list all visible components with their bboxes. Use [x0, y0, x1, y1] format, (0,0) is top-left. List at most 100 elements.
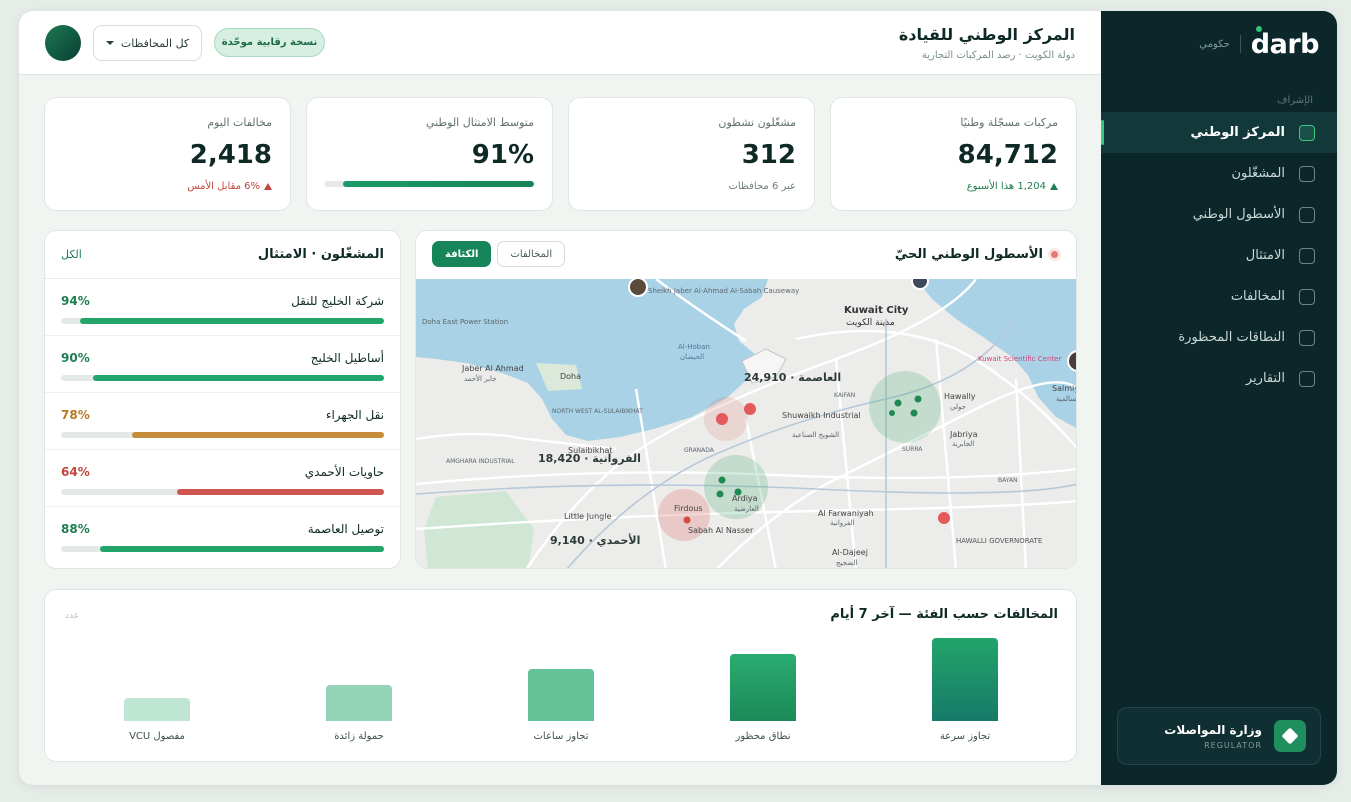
kpi-violations-today: مخالفات اليوم 2,418 6% مقابل الأمس — [44, 97, 291, 211]
svg-text:KAIFAN: KAIFAN — [834, 392, 855, 399]
governorate-select[interactable]: كل المحافظات — [93, 25, 202, 61]
svg-text:BAYAN: BAYAN — [998, 477, 1018, 484]
operator-percent: 90% — [61, 351, 90, 365]
svg-text:Sheikh Jaber Al-Ahmad Al-Sabah: Sheikh Jaber Al-Ahmad Al-Sabah Causeway — [648, 287, 799, 295]
operator-progress-bar — [61, 546, 384, 552]
avatar[interactable] — [45, 25, 81, 61]
chart-bar[interactable] — [124, 698, 190, 721]
operator-percent: 64% — [61, 465, 90, 479]
kpi-value: 84,712 — [957, 140, 1058, 170]
tab-violations[interactable]: المخالفات — [497, 241, 566, 267]
kpi-note: 6% مقابل الأمس — [187, 181, 272, 192]
panel-header: المشغّلون · الامتثال الكل — [45, 231, 400, 279]
chart-bar[interactable] — [326, 685, 392, 721]
kpi-label: متوسط الامتثال الوطني — [425, 116, 534, 129]
trend-up-icon — [1050, 183, 1058, 190]
sidebar: حكومي darb الإشراف المركز الوطني المشغّل… — [1101, 11, 1337, 785]
operator-progress-bar — [61, 318, 384, 324]
svg-text:AMGHARA INDUSTRIAL: AMGHARA INDUSTRIAL — [446, 458, 515, 465]
kpi-label: مخالفات اليوم — [207, 116, 272, 129]
panel-title: المشغّلون · الامتثال — [257, 247, 384, 262]
svg-text:Al Farwaniyah: Al Farwaniyah — [818, 509, 874, 518]
checkbox-icon — [1299, 288, 1315, 305]
chart-category-label: نطاق محظور — [735, 731, 791, 742]
svg-text:Doha: Doha — [560, 372, 581, 381]
operator-progress-bar — [61, 489, 384, 495]
fleet-map[interactable]: Sheikh Jaber Al-Ahmad Al-Sabah Causeway … — [416, 279, 1077, 568]
brand-logo-text: darb — [1250, 28, 1320, 60]
chart-bar[interactable] — [932, 638, 998, 721]
svg-text:الضجيج: الضجيج — [836, 559, 857, 567]
sidebar-item-label: الامتثال — [1245, 248, 1285, 263]
live-indicator-icon — [1051, 251, 1058, 258]
svg-text:SURRA: SURRA — [902, 446, 923, 453]
sidebar-item-violations[interactable]: المخالفات — [1101, 276, 1337, 317]
kpi-value: 2,418 — [189, 140, 272, 170]
svg-text:GRANADA: GRANADA — [684, 447, 715, 454]
sidebar-nav: المركز الوطني المشغّلون الأسطول الوطني ا… — [1101, 112, 1337, 399]
tab-density[interactable]: الكثافة — [432, 241, 492, 267]
svg-text:Little Jungle: Little Jungle — [564, 512, 611, 521]
chart-category-label: VCU مفصول — [129, 731, 185, 742]
chart-title: المخالفات حسب الفئة — آخر 7 أيام — [830, 607, 1058, 622]
operator-row[interactable]: شركة الخليج للنقل 94% — [45, 279, 400, 336]
svg-text:HAWALLI GOVERNORATE: HAWALLI GOVERNORATE — [956, 537, 1042, 545]
sidebar-item-national-center[interactable]: المركز الوطني — [1101, 112, 1337, 153]
chart-category-label: تجاوز سرعة — [939, 731, 991, 742]
header: المركز الوطني للقيادة دولة الكويت · رصد … — [19, 11, 1101, 75]
kpi-registered-vehicles: مركبات مسجّلة وطنيًا 84,712 1,204 هذا ال… — [830, 97, 1077, 211]
sidebar-item-restricted-zones[interactable]: النطاقات المحظورة — [1101, 317, 1337, 358]
svg-text:Shuwaikh Industrial: Shuwaikh Industrial — [782, 411, 861, 420]
view-all-link[interactable]: الكل — [61, 248, 82, 261]
sidebar-item-label: المخالفات — [1230, 289, 1285, 304]
logo-dot-icon — [1255, 25, 1262, 32]
svg-text:مدينة الكويت: مدينة الكويت — [846, 318, 895, 328]
checkbox-icon — [1299, 206, 1315, 223]
chevron-down-icon — [105, 41, 114, 45]
svg-text:حولي: حولي — [950, 403, 966, 411]
sidebar-item-label: النطاقات المحظورة — [1178, 330, 1285, 345]
svg-text:العارضية: العارضية — [734, 505, 759, 513]
diamond-icon — [1274, 720, 1306, 752]
sidebar-item-reports[interactable]: التقارير — [1101, 358, 1337, 399]
sidebar-item-label: المركز الوطني — [1190, 125, 1285, 140]
svg-text:Doha East Power Station: Doha East Power Station — [422, 318, 508, 326]
kpi-note: 1,204 هذا الأسبوع — [967, 181, 1058, 192]
panel-title-text: الأسطول الوطني الحيّ — [894, 247, 1043, 262]
operator-name: شركة الخليج للنقل — [291, 294, 384, 308]
ministry-card: وزارة المواصلات REGULATOR — [1117, 707, 1321, 765]
brand-divider — [1239, 35, 1241, 53]
operator-name: توصيل العاصمة — [307, 522, 384, 536]
kpi-value: 91% — [471, 140, 534, 170]
kpi-label: مشغّلون نشطون — [718, 116, 796, 129]
chart-category-label: حمولة زائدة — [334, 731, 384, 742]
kpi-note: عبر 6 محافظات — [728, 181, 796, 192]
operator-row[interactable]: نقل الجهراء 78% — [45, 393, 400, 450]
trend-up-icon — [264, 183, 272, 190]
page-title: المركز الوطني للقيادة — [898, 25, 1075, 44]
sidebar-item-operators[interactable]: المشغّلون — [1101, 153, 1337, 194]
operator-progress-bar — [61, 432, 384, 438]
sidebar-item-national-fleet[interactable]: الأسطول الوطني — [1101, 194, 1337, 235]
ministry-name: وزارة المواصلات — [1164, 722, 1262, 737]
compliance-progress-bar — [324, 181, 534, 187]
svg-text:السالمية: السالمية — [1056, 395, 1077, 403]
chart-bar[interactable] — [730, 654, 796, 721]
sidebar-item-compliance[interactable]: الامتثال — [1101, 235, 1337, 276]
operator-name: حاويات الأحمدي — [304, 465, 384, 479]
live-fleet-panel: الأسطول الوطني الحيّ الكثافة المخالفات S… — [415, 230, 1077, 569]
kpi-active-operators: مشغّلون نشطون 312 عبر 6 محافظات — [568, 97, 815, 211]
operator-progress-bar — [61, 375, 384, 381]
svg-text:Al-Dajeej: Al-Dajeej — [832, 548, 868, 557]
chart-bar[interactable] — [528, 669, 594, 721]
brand[interactable]: حكومي darb — [1199, 25, 1320, 60]
title-block: المركز الوطني للقيادة دولة الكويت · رصد … — [899, 25, 1075, 61]
kpi-value: 312 — [741, 140, 796, 170]
operator-row[interactable]: حاويات الأحمدي 64% — [45, 450, 400, 507]
operator-row[interactable]: أساطيل الخليج 90% — [45, 336, 400, 393]
svg-text:Kuwait City: Kuwait City — [844, 305, 909, 316]
operator-row[interactable]: توصيل العاصمة 88% — [45, 507, 400, 564]
svg-text:الجابرية: الجابرية — [952, 440, 974, 448]
ministry-role: REGULATOR — [1204, 740, 1262, 750]
svg-text:الحيضان: الحيضان — [680, 353, 704, 361]
